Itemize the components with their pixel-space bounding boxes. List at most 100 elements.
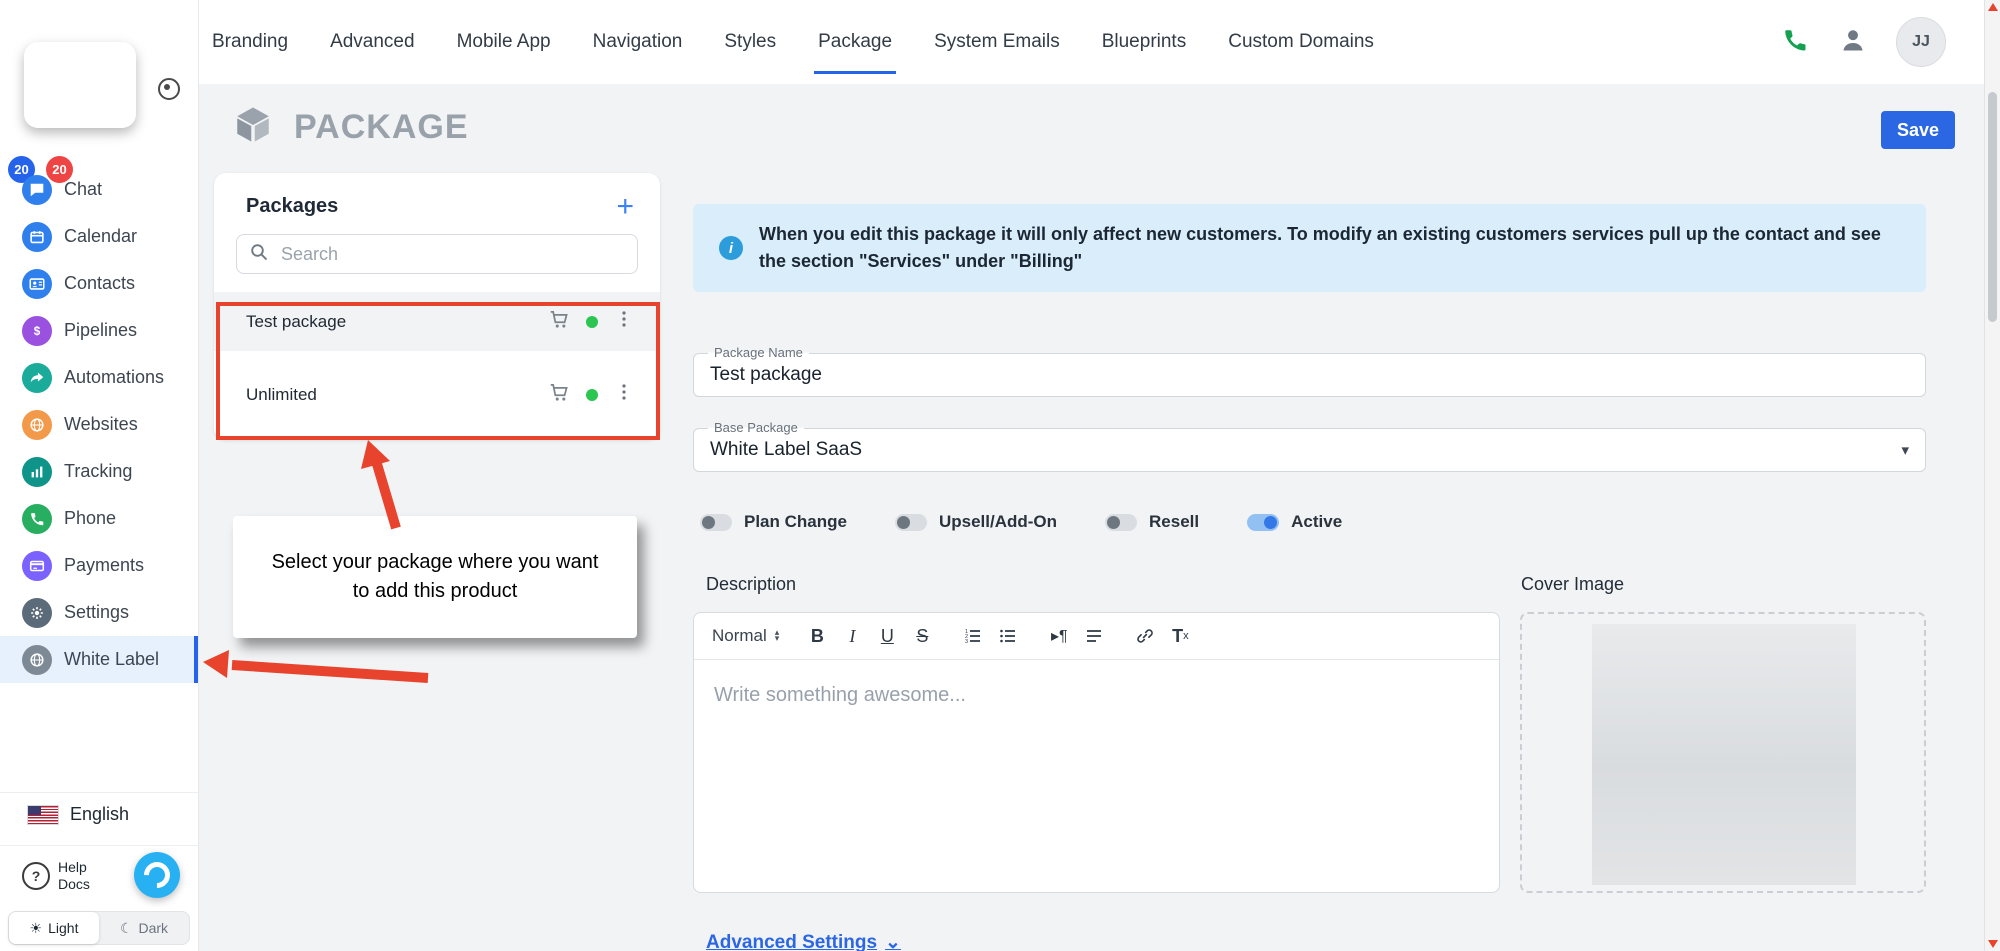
link-icon[interactable] — [1132, 621, 1158, 651]
agency-logo[interactable] — [24, 42, 136, 128]
search-icon — [249, 242, 269, 267]
bold-button[interactable]: B — [804, 621, 830, 651]
underline-button[interactable]: U — [874, 621, 900, 651]
clear-formatting-button[interactable]: Tx — [1167, 621, 1193, 651]
help-label-line2: Docs — [58, 875, 90, 892]
help-icon: ? — [22, 861, 50, 890]
record-indicator-icon — [158, 78, 180, 100]
sun-icon: ☀ — [29, 919, 43, 936]
format-caret-icon: ▴ ▾ — [774, 627, 780, 643]
annotation-callout: Select your package where you want to ad… — [233, 516, 637, 638]
sidebar-item-contacts[interactable]: Contacts — [0, 260, 198, 307]
svg-text:3: 3 — [965, 639, 968, 645]
resell-toggle[interactable]: Resell — [1105, 512, 1199, 532]
phone-icon — [22, 503, 52, 534]
tracking-icon — [22, 456, 52, 487]
theme-light-button[interactable]: ☀ Light — [9, 912, 99, 944]
sidebar-item-automations[interactable]: Automations — [0, 354, 198, 401]
svg-text:$: $ — [34, 325, 41, 338]
align-icon[interactable] — [1081, 621, 1107, 651]
scroll-up-arrow-icon[interactable] — [1988, 3, 1998, 11]
ordered-list-icon[interactable]: 123 — [960, 621, 986, 651]
nav-right-actions: JJ — [1780, 17, 1984, 67]
vertical-scrollbar[interactable] — [1984, 0, 2000, 951]
text-direction-icon[interactable]: ▸¶ — [1046, 621, 1072, 651]
package-row-unlimited[interactable]: Unlimited — [214, 365, 660, 424]
theme-toggle: ☀ Light ☾ Dark — [8, 911, 190, 945]
sidebar-item-settings[interactable]: Settings — [0, 589, 198, 636]
italic-button[interactable]: I — [839, 621, 865, 651]
users-icon[interactable] — [1838, 25, 1868, 60]
page: 20 20 Chat Calendar Contacts $ Pipelines… — [0, 0, 2000, 951]
websites-icon — [22, 409, 52, 440]
chat-widget-button[interactable] — [134, 852, 180, 898]
search-input[interactable] — [279, 242, 625, 266]
sidebar-item-chat[interactable]: Chat — [0, 166, 198, 213]
scrollbar-thumb[interactable] — [1988, 92, 1997, 322]
kebab-menu-icon[interactable] — [614, 382, 634, 407]
language-selector[interactable]: English — [0, 792, 198, 836]
cover-image-dropzone[interactable] — [1520, 612, 1926, 893]
add-package-button[interactable]: + — [616, 191, 634, 221]
active-status-dot — [586, 315, 598, 328]
sidebar-item-websites[interactable]: Websites — [0, 401, 198, 448]
info-alert: i When you edit this package it will onl… — [693, 204, 1926, 292]
bullet-list-icon[interactable] — [995, 621, 1021, 651]
package-name-input[interactable] — [694, 354, 1925, 396]
avatar[interactable]: JJ — [1896, 17, 1946, 67]
upsell-addon-toggle[interactable]: Upsell/Add-On — [894, 512, 1057, 532]
base-package-value: White Label SaaS — [710, 439, 863, 460]
tab-styles[interactable]: Styles — [724, 0, 776, 84]
toggle-off-icon — [894, 513, 927, 531]
tab-blueprints[interactable]: Blueprints — [1102, 0, 1187, 84]
editor-body[interactable]: Write something awesome... — [694, 660, 1499, 731]
base-package-field[interactable]: Base Package White Label SaaS ▾ — [693, 420, 1926, 472]
packages-title: Packages — [246, 195, 339, 217]
alert-text: When you edit this package it will only … — [759, 224, 1881, 271]
plan-change-toggle[interactable]: Plan Change — [700, 512, 847, 532]
theme-dark-button[interactable]: ☾ Dark — [99, 912, 189, 944]
scroll-down-arrow-icon[interactable] — [1988, 940, 1998, 948]
tab-custom-domains[interactable]: Custom Domains — [1228, 0, 1374, 84]
editor-placeholder: Write something awesome... — [714, 684, 966, 706]
sidebar-item-calendar[interactable]: Calendar — [0, 213, 198, 260]
package-name-label: Package Name — [708, 345, 809, 360]
strikethrough-button[interactable]: S — [909, 621, 935, 651]
format-select[interactable]: Normal ▴ ▾ — [712, 626, 779, 646]
description-label: Description — [706, 574, 797, 594]
description-editor: Normal ▴ ▾ B I U S 123 ▸¶ Tx Write someth… — [693, 612, 1500, 893]
automations-icon — [22, 362, 52, 393]
kebab-menu-icon[interactable] — [614, 309, 634, 334]
package-name-field: Package Name — [693, 345, 1926, 397]
help-label-line1: Help — [58, 859, 87, 876]
advanced-settings-link[interactable]: Advanced Settings ⌄ — [706, 931, 901, 951]
chevron-down-icon: ▾ — [1901, 442, 1909, 459]
sidebar-item-pipelines[interactable]: $ Pipelines — [0, 307, 198, 354]
sidebar-item-phone[interactable]: Phone — [0, 495, 198, 542]
page-title: PACKAGE — [294, 108, 469, 146]
cover-image-placeholder — [1592, 624, 1856, 885]
package-row-test-package[interactable]: Test package — [214, 292, 660, 351]
settings-tabs: Branding Advanced Mobile App Navigation … — [212, 0, 1374, 84]
sidebar-item-payments[interactable]: Payments — [0, 542, 198, 589]
tab-branding[interactable]: Branding — [212, 0, 288, 84]
package-toggles: Plan Change Upsell/Add-On Resell Active — [700, 505, 1342, 539]
sidebar-item-tracking[interactable]: Tracking — [0, 448, 198, 495]
sidebar-item-white-label[interactable]: White Label — [0, 636, 198, 683]
phone-call-icon[interactable] — [1780, 25, 1810, 60]
top-navigation: Branding Advanced Mobile App Navigation … — [198, 0, 1984, 84]
save-button[interactable]: Save — [1881, 111, 1955, 149]
chat-icon — [22, 174, 52, 205]
chat-widget-icon — [138, 856, 176, 894]
tab-navigation[interactable]: Navigation — [593, 0, 683, 84]
tab-system-emails[interactable]: System Emails — [934, 0, 1060, 84]
active-toggle[interactable]: Active — [1247, 512, 1342, 532]
pipelines-icon: $ — [22, 315, 52, 346]
us-flag-icon — [27, 804, 59, 825]
tab-advanced[interactable]: Advanced — [330, 0, 415, 84]
tab-package[interactable]: Package — [814, 0, 897, 84]
cart-icon[interactable] — [548, 308, 570, 335]
package-cube-icon — [232, 104, 274, 151]
tab-mobile-app[interactable]: Mobile App — [457, 0, 551, 84]
cart-icon[interactable] — [548, 381, 570, 408]
